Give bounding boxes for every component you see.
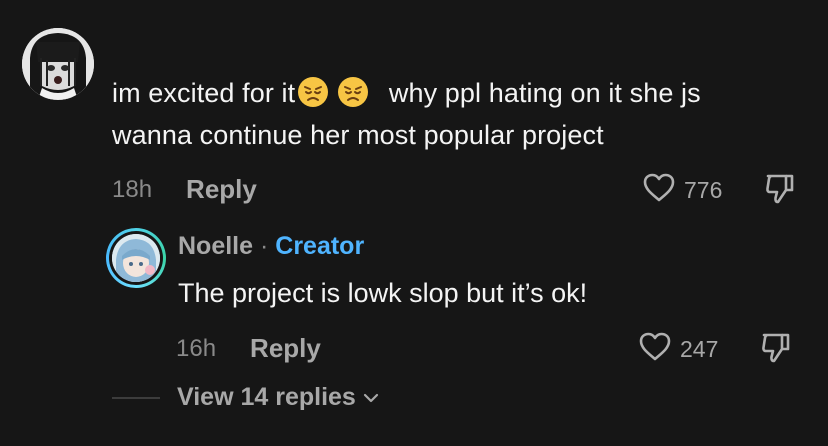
reply-separator: · [259,232,269,260]
chevron-down-icon [362,383,380,412]
creator-avatar-ring [109,231,163,285]
reply-meta: 16h Reply [176,333,321,364]
reply-author-name[interactable]: Noelle [178,232,253,260]
comment-text-line2: wanna continue her most popular project [112,120,604,150]
reply-time: 16h [176,334,217,362]
reply-reply-button[interactable]: Reply [250,333,321,364]
comment-thread: im excited for it why ppl hating on it s… [0,0,828,446]
disappointed-face-emoji [297,76,329,108]
heart-icon[interactable] [642,172,676,209]
comment-text: im excited for it why ppl hating on it s… [112,72,812,156]
comment-meta: 18h Reply [112,174,257,205]
view-replies-button[interactable]: View 14 replies [177,383,380,412]
creator-badge: Creator [275,232,365,260]
thumbs-down-icon[interactable] [764,172,796,211]
heart-icon[interactable] [638,331,672,368]
disappointed-face-emoji [337,76,369,108]
reply-like-count: 247 [680,336,719,362]
thumbs-down-icon[interactable] [760,331,792,370]
view-replies-label: View 14 replies [177,383,356,411]
commenter-avatar[interactable] [22,28,94,100]
comment-likes: 776 [642,172,722,209]
comment-like-count: 776 [684,177,723,203]
reply-header: Noelle · Creator [178,232,364,261]
comment-text-part1: im excited for it [112,78,296,108]
reply-likes: 247 [638,331,718,368]
comment-time: 18h [112,175,153,203]
thread-divider [112,397,160,399]
reply-text: The project is lowk slop but it’s ok! [178,278,588,308]
comment-text-part2: why ppl hating on it she js [388,78,701,108]
creator-avatar[interactable] [106,228,166,288]
comment-reply-button[interactable]: Reply [186,174,257,205]
creator-avatar-image [112,234,160,282]
